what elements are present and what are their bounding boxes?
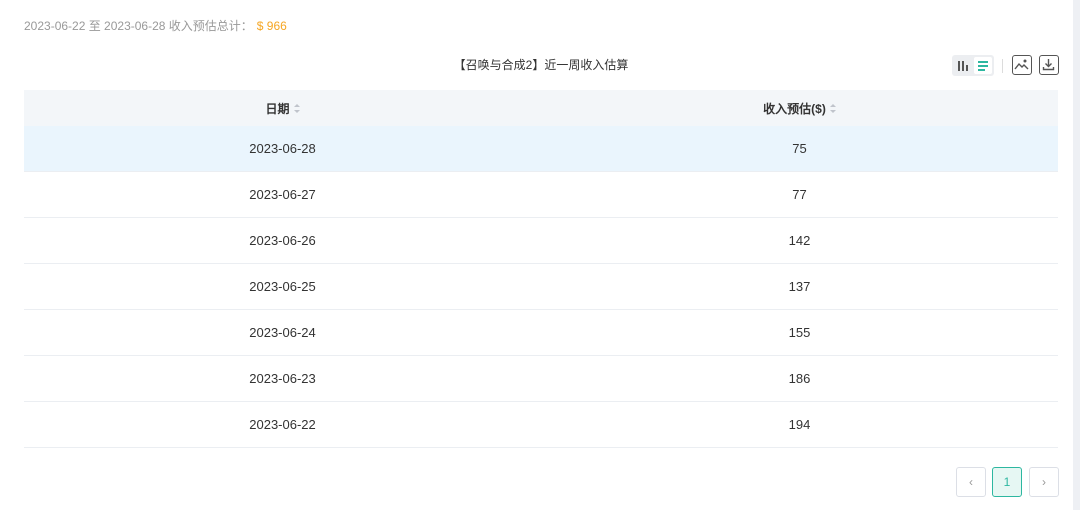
cell-date: 2023-06-27: [249, 187, 316, 202]
cell-revenue: 155: [788, 325, 811, 340]
list-icon[interactable]: [974, 57, 992, 74]
sort-icon[interactable]: [293, 103, 300, 113]
summary-text: 2023-06-22 至 2023-06-28 收入预估总计：: [24, 19, 253, 33]
download-icon[interactable]: [1039, 55, 1059, 75]
sort-icon[interactable]: [829, 103, 836, 113]
cell-date: 2023-06-28: [249, 141, 316, 156]
table-row: 2023-06-24 155: [24, 310, 1058, 356]
table-header: 日期 收入预估($): [24, 90, 1058, 126]
chart-title: 【召唤与合成2】近一周收入估算: [453, 58, 629, 72]
view-switch: [952, 55, 994, 76]
prev-page-button[interactable]: ‹: [956, 467, 986, 497]
column-revenue-label: 收入预估($): [763, 101, 826, 116]
cell-date: 2023-06-23: [249, 371, 316, 386]
table-row: 2023-06-25 137: [24, 264, 1058, 310]
cell-date: 2023-06-25: [249, 279, 316, 294]
cell-revenue: 142: [788, 233, 811, 248]
column-date[interactable]: 日期: [24, 90, 541, 126]
cell-revenue: 75: [792, 141, 807, 156]
cell-revenue: 194: [788, 417, 811, 432]
toolbar-divider: [1002, 59, 1003, 73]
bar-chart-icon[interactable]: [956, 58, 972, 74]
next-page-button[interactable]: ›: [1029, 467, 1059, 497]
image-icon[interactable]: [1012, 55, 1032, 75]
table-row: 2023-06-27 77: [24, 172, 1058, 218]
cell-date: 2023-06-22: [249, 417, 316, 432]
summary-amount: $ 966: [256, 19, 287, 33]
cell-revenue: 77: [792, 187, 807, 202]
revenue-summary: 2023-06-22 至 2023-06-28 收入预估总计： $ 966: [24, 18, 287, 34]
cell-date: 2023-06-26: [249, 233, 316, 248]
cell-revenue: 137: [788, 279, 811, 294]
table-row: 2023-06-26 142: [24, 218, 1058, 264]
cell-revenue: 186: [788, 371, 811, 386]
cell-date: 2023-06-24: [249, 325, 316, 340]
table-row: 2023-06-28 75: [24, 126, 1058, 172]
report-card: 2023-06-22 至 2023-06-28 收入预估总计： $ 966 【召唤…: [0, 0, 1073, 510]
column-date-label: 日期: [265, 101, 290, 116]
column-revenue[interactable]: 收入预估($): [541, 90, 1058, 126]
page-1-button[interactable]: 1: [992, 467, 1022, 497]
table-row: 2023-06-23 186: [24, 356, 1058, 402]
table-row: 2023-06-22 194: [24, 402, 1058, 448]
revenue-table: 日期 收入预估($) 2023-06-28 75 2023-06-27 77 2…: [24, 90, 1058, 448]
